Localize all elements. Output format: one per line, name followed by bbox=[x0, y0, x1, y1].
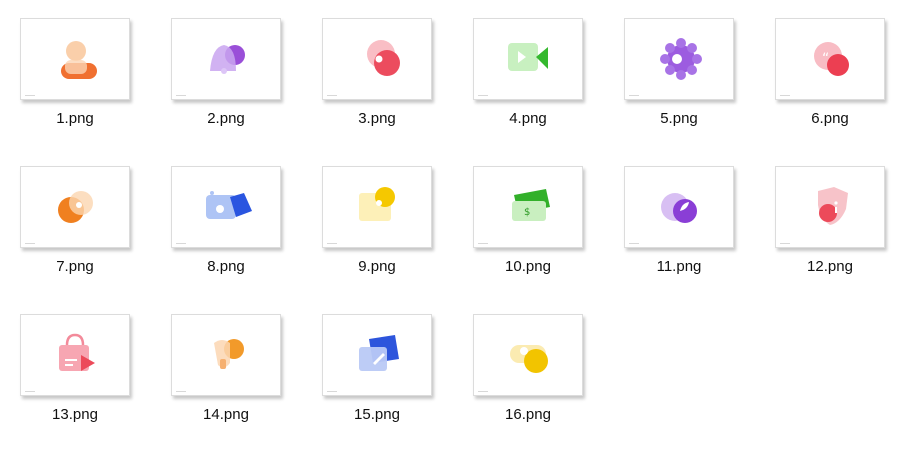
lightbulb-icon bbox=[214, 339, 244, 369]
file-name: 14.png bbox=[203, 406, 249, 423]
file-item[interactable]: 15.png bbox=[322, 314, 432, 436]
file-item[interactable]: 13.png bbox=[20, 314, 130, 436]
file-name: 7.png bbox=[56, 258, 94, 275]
thumbnail[interactable] bbox=[20, 314, 130, 396]
toggle-icon bbox=[510, 345, 548, 373]
file-name: 11.png bbox=[656, 258, 702, 275]
file-item[interactable]: 9.png bbox=[322, 166, 432, 288]
file-item[interactable]: 7.png bbox=[20, 166, 130, 288]
file-item[interactable]: 2.png bbox=[171, 18, 281, 140]
thumbnail[interactable]: “ bbox=[775, 18, 885, 100]
shopping-bag-icon bbox=[59, 333, 95, 371]
note-icon bbox=[359, 187, 395, 221]
thumbnail[interactable] bbox=[624, 18, 734, 100]
chat-bubble-icon bbox=[367, 40, 400, 76]
file-item[interactable]: 12.png bbox=[775, 166, 885, 288]
file-name: 5.png bbox=[660, 110, 698, 127]
thumbnail[interactable] bbox=[171, 314, 281, 396]
thumbnail[interactable]: $ bbox=[473, 166, 583, 248]
thumbnail[interactable] bbox=[624, 166, 734, 248]
file-item[interactable]: 5.png bbox=[624, 18, 734, 140]
file-name: 8.png bbox=[207, 258, 245, 275]
file-name: 4.png bbox=[509, 110, 547, 127]
video-camera-icon bbox=[508, 43, 548, 71]
clock-bubble-icon bbox=[58, 191, 93, 223]
file-name: 15.png bbox=[354, 406, 400, 423]
thumbnail[interactable] bbox=[171, 18, 281, 100]
camera-icon bbox=[206, 191, 252, 219]
money-icon: $ bbox=[512, 189, 550, 221]
thumbnail[interactable] bbox=[473, 18, 583, 100]
file-item[interactable]: 14.png bbox=[171, 314, 281, 436]
file-name: 12.png bbox=[807, 258, 853, 275]
svg-text:“: “ bbox=[822, 51, 829, 67]
leaf-icon bbox=[661, 193, 697, 223]
thumbnail[interactable] bbox=[473, 314, 583, 396]
bell-chat-icon bbox=[210, 45, 245, 74]
file-item[interactable]: 8.png bbox=[171, 166, 281, 288]
quote-bubble-icon: “ bbox=[814, 42, 849, 76]
thumbnail[interactable] bbox=[171, 166, 281, 248]
file-name: 16.png bbox=[505, 406, 551, 423]
user-icon bbox=[61, 41, 97, 79]
file-item[interactable]: $ 10.png bbox=[473, 166, 583, 288]
file-name: 1.png bbox=[56, 110, 94, 127]
file-grid: 1.png 2.png 3.png 4.png 5.png “ 6.png 7.… bbox=[0, 0, 914, 460]
thumbnail[interactable] bbox=[20, 166, 130, 248]
svg-text:$: $ bbox=[524, 207, 530, 218]
file-item[interactable]: 1.png bbox=[20, 18, 130, 140]
thumbnail[interactable] bbox=[20, 18, 130, 100]
thumbnail[interactable] bbox=[775, 166, 885, 248]
file-item[interactable]: “ 6.png bbox=[775, 18, 885, 140]
file-name: 6.png bbox=[811, 110, 849, 127]
file-name: 2.png bbox=[207, 110, 245, 127]
file-name: 10.png bbox=[505, 258, 551, 275]
shield-icon bbox=[818, 187, 848, 225]
file-name: 9.png bbox=[358, 258, 396, 275]
file-item[interactable]: 16.png bbox=[473, 314, 583, 436]
thumbnail[interactable] bbox=[322, 166, 432, 248]
edit-icon bbox=[359, 335, 399, 371]
gear-icon bbox=[660, 38, 702, 80]
file-item[interactable]: 11.png bbox=[624, 166, 734, 288]
thumbnail[interactable] bbox=[322, 18, 432, 100]
file-name: 3.png bbox=[358, 110, 396, 127]
file-name: 13.png bbox=[52, 406, 98, 423]
thumbnail[interactable] bbox=[322, 314, 432, 396]
file-item[interactable]: 4.png bbox=[473, 18, 583, 140]
file-item[interactable]: 3.png bbox=[322, 18, 432, 140]
